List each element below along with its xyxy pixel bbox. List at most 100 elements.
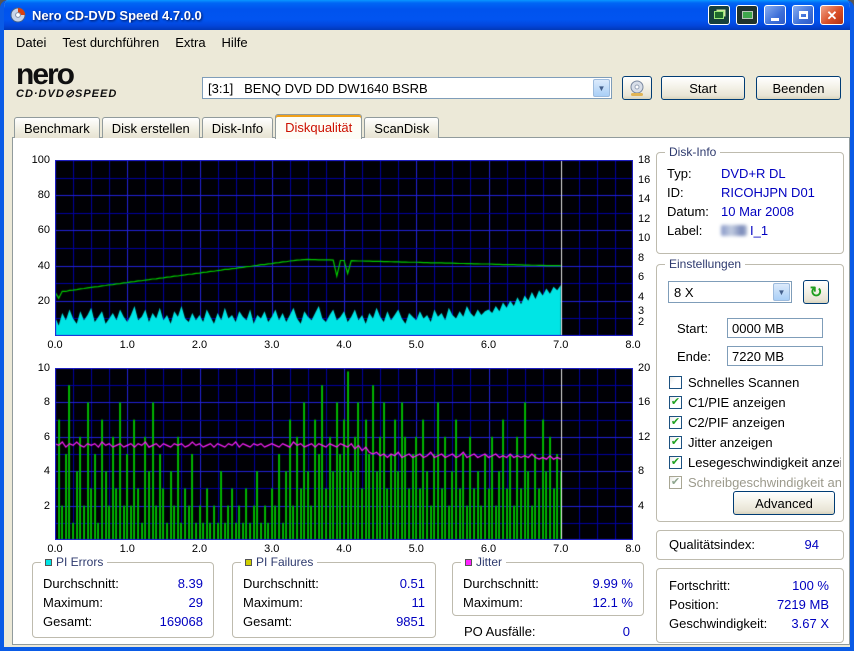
refresh-disc-button[interactable]: ↻ [803, 280, 829, 304]
stat-row: Maximum: 12.1 % [463, 595, 633, 610]
stat-row: Maximum: 29 [43, 595, 203, 610]
po-failures-row: PO Ausfälle: 0 [452, 624, 644, 639]
checkbox-lesegeschwindigkeit[interactable]: ✔ Lesegeschwindigkeit anzeigen [669, 455, 841, 470]
tick-label: 6.0 [480, 339, 497, 351]
tick-label: 4.0 [336, 543, 352, 555]
stat-row: Gesamt: 169068 [43, 614, 203, 629]
disk-label-redacted [721, 225, 747, 236]
tick-label: 2 [638, 316, 645, 329]
group-caption: Jitter [461, 555, 507, 569]
close-button[interactable]: ✕ [820, 5, 844, 25]
drive-select-value: [3:1] BENQ DVD DD DW1640 BSRB [208, 80, 428, 96]
tabstrip: Benchmark Disk erstellen Disk-Info Diskq… [4, 112, 850, 139]
disk-info-box: Disk-Info Typ: DVD+R DL ID: RICOHJPN D01 D… [656, 145, 844, 254]
stat-row: Durchschnitt: 0.51 [243, 576, 425, 591]
check-icon: ✔ [670, 475, 681, 488]
pi-failures-chart-canvas [55, 368, 633, 540]
advanced-button[interactable]: Advanced [733, 491, 835, 515]
checkbox-box[interactable]: ✔ [669, 456, 682, 469]
tab-disk-erstellen[interactable]: Disk erstellen [101, 117, 200, 138]
menu-hilfe[interactable]: Hilfe [214, 32, 256, 53]
green-monitor-icon [741, 11, 753, 19]
menu-test-durchfuehren[interactable]: Test durchführen [54, 32, 167, 53]
group-title: Einstellungen [669, 257, 742, 271]
check-icon: ✔ [670, 395, 681, 408]
x-axis: 0.0 1.0 2.0 3.0 4.0 5.0 6.0 7.0 8.0 [47, 543, 640, 557]
check-icon: ✔ [670, 415, 681, 428]
disk-info-row: Datum: 10 Mar 2008 [667, 204, 794, 219]
disk-info-row: Label: I_1 [667, 223, 769, 238]
tab-benchmark[interactable]: Benchmark [14, 117, 100, 138]
checkbox-jitter-anzeigen[interactable]: ✔ Jitter anzeigen [669, 435, 841, 450]
checkbox-c1-pie-anzeigen[interactable]: ✔ C1/PIE anzeigen [669, 395, 841, 410]
quality-index-value: 94 [804, 537, 819, 552]
tick-label: 8.0 [625, 543, 641, 555]
diskqualitaet-page: 100 80 60 40 20 18 16 14 12 10 8 6 4 3 2 0.0 1.0 2.0 3.0… [12, 137, 850, 645]
pi-failures-stats-box: PI Failures Durchschnitt: 0.51 Maximum: 11… [232, 555, 436, 638]
checkbox-box: ✔ [669, 476, 682, 489]
end-position-input[interactable] [727, 346, 823, 366]
beenden-button[interactable]: Beenden [756, 76, 841, 100]
tick-label: 2 [43, 499, 50, 512]
eject-disc-button[interactable] [622, 76, 652, 100]
tick-label: 40 [37, 259, 50, 272]
progress-row: Geschwindigkeit: 3.67 X [669, 616, 829, 631]
maximize-button[interactable] [792, 5, 814, 25]
tick-label: 3.0 [264, 543, 280, 555]
menu-extra[interactable]: Extra [167, 32, 213, 53]
refresh-icon: ↻ [809, 283, 823, 301]
tab-scandisk[interactable]: ScanDisk [364, 117, 440, 138]
minimize-button[interactable] [764, 5, 786, 25]
pi-failures-swatch [245, 558, 252, 566]
tab-diskqualitaet[interactable]: Diskqualität [275, 114, 363, 139]
tick-label: 10 [37, 362, 50, 374]
titlebar[interactable]: Nero CD-DVD Speed 4.7.0.0 ✕ [4, 0, 850, 30]
start-position-input[interactable] [727, 318, 823, 338]
stat-row: Durchschnitt: 9.99 % [463, 576, 633, 591]
progress-row: Fortschritt: 100 % [669, 578, 829, 593]
chevron-down-icon[interactable]: ▼ [593, 79, 610, 97]
tick-label: 5.0 [408, 339, 424, 351]
tick-label: 16 [638, 173, 651, 186]
progress-row: Position: 7219 MB [669, 597, 829, 612]
drive-select[interactable]: [3:1] BENQ DVD DD DW1640 BSRB ▼ [202, 77, 612, 99]
titlebar-extra-button-2[interactable] [736, 5, 758, 25]
check-icon: ✔ [670, 435, 681, 448]
jitter-swatch [465, 558, 472, 566]
group-title: Jitter [476, 555, 503, 569]
tick-label: 60 [37, 224, 50, 237]
pi-errors-chart-canvas [55, 160, 633, 336]
nero-logo: nero CD·DVD⊘SPEED [16, 60, 117, 100]
check-icon: ✔ [670, 455, 681, 468]
tick-label: 20 [638, 362, 651, 374]
stat-row: Gesamt: 9851 [243, 614, 425, 629]
y-axis-left: 100 80 60 40 20 [27, 154, 52, 358]
menu-datei[interactable]: Datei [8, 32, 54, 53]
progress-box: Fortschritt: 100 % Position: 7219 MB Gesch… [656, 568, 844, 643]
tab-disk-info[interactable]: Disk-Info [201, 117, 274, 138]
checkbox-box[interactable]: ✔ [669, 436, 682, 449]
disc-icon [630, 80, 644, 96]
checkbox-box[interactable]: ✔ [669, 416, 682, 429]
checkbox-box[interactable]: ✔ [669, 396, 682, 409]
titlebar-extra-button-1[interactable] [708, 5, 730, 25]
po-failures-label: PO Ausfälle: [464, 624, 536, 639]
start-button[interactable]: Start [661, 76, 745, 100]
group-caption: PI Failures [241, 555, 318, 569]
start-position-label: Start: [677, 321, 709, 336]
speed-select[interactable]: 8 X ▼ [668, 281, 792, 303]
jitter-stats-box: Jitter Durchschnitt: 9.99 % Maximum: 12.1 … [452, 555, 644, 616]
speed-select-value: 8 X [674, 284, 694, 300]
minimize-icon [771, 18, 779, 21]
quality-index-label: Qualitätsindex: [669, 537, 755, 552]
quality-index-box: Qualitätsindex: 94 [656, 530, 844, 560]
tick-label: 5.0 [408, 543, 424, 555]
chevron-down-icon[interactable]: ▼ [773, 283, 790, 301]
x-axis: 0.0 1.0 2.0 3.0 4.0 5.0 6.0 7.0 8.0 [47, 339, 640, 353]
close-icon: ✕ [826, 7, 838, 23]
checkbox-c2-pif-anzeigen[interactable]: ✔ C2/PIF anzeigen [669, 415, 841, 430]
checkbox-schnelles-scannen[interactable]: ✔ Schnelles Scannen [669, 375, 841, 390]
stat-row: Maximum: 11 [243, 595, 425, 610]
tick-label: 3.0 [264, 339, 280, 351]
checkbox-box[interactable]: ✔ [669, 376, 682, 389]
